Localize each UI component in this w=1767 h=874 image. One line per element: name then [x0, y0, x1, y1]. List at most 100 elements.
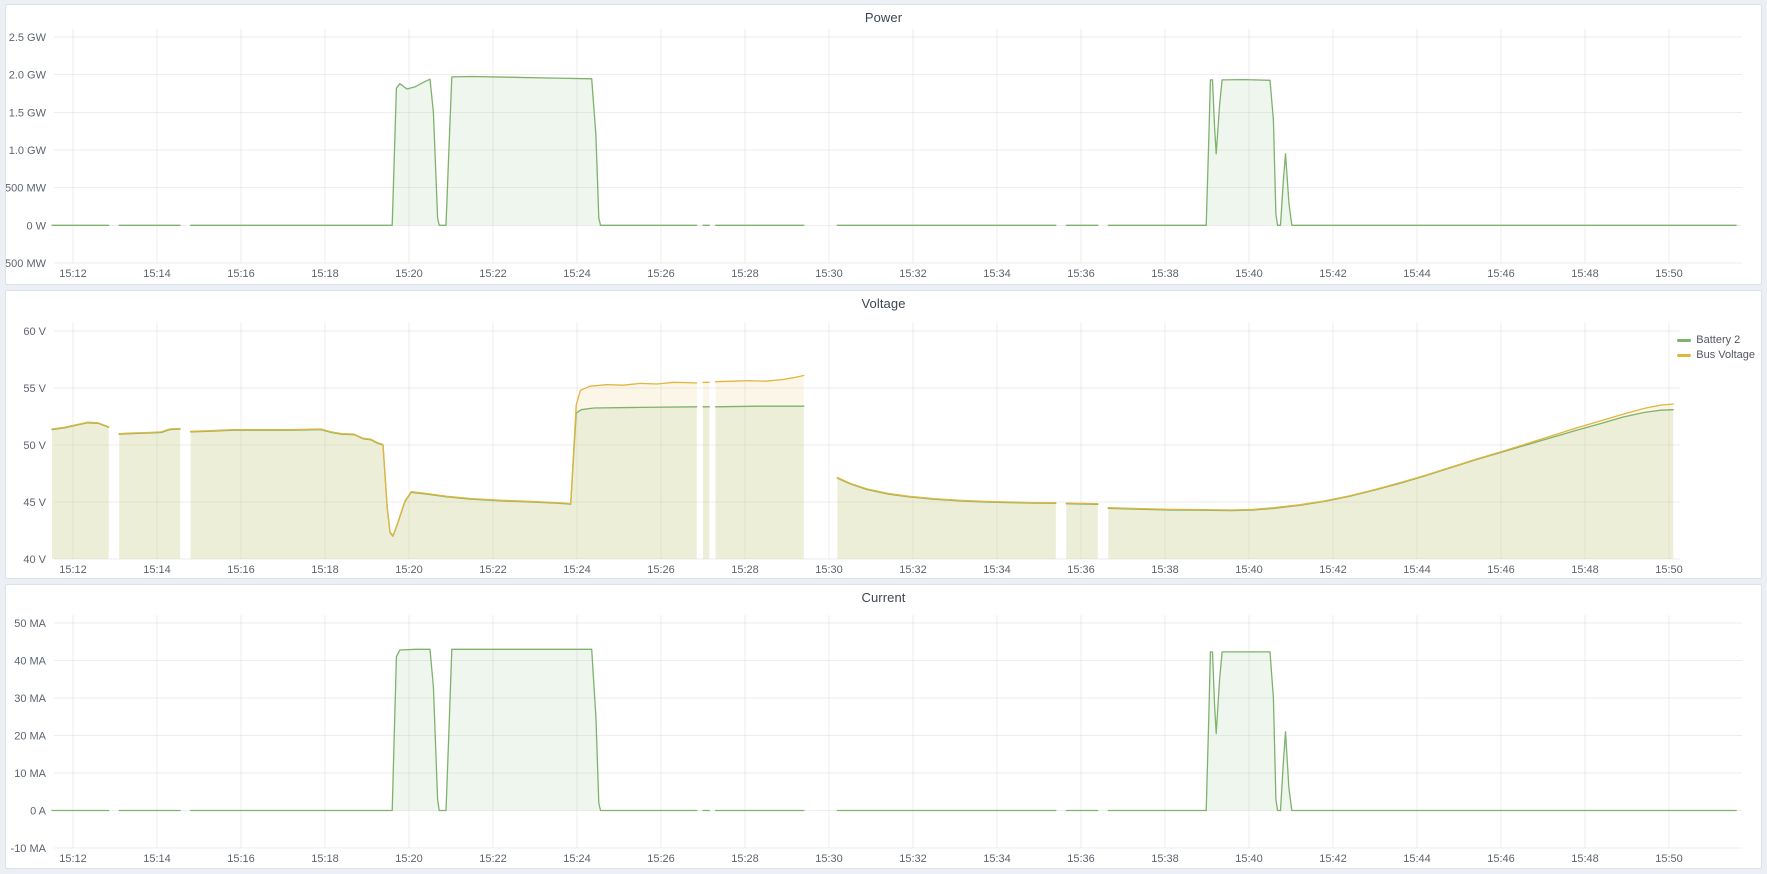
x-tick-label: 15:50 [1655, 564, 1683, 576]
dashboard: Power 2.5 GW2.0 GW1.5 GW1.0 GW500 MW0 W-… [0, 0, 1767, 869]
x-tick-label: 15:22 [479, 268, 507, 280]
series-fills [52, 649, 1736, 810]
x-tick-label: 15:44 [1403, 853, 1431, 865]
x-tick-label: 15:12 [59, 853, 87, 865]
x-tick-label: 15:20 [395, 268, 423, 280]
x-tick-label: 15:32 [899, 268, 927, 280]
x-tick-label: 15:30 [815, 853, 843, 865]
current-panel-title[interactable]: Current [6, 585, 1761, 609]
x-tick-label: 15:24 [563, 564, 591, 576]
axis-labels: 2.5 GW2.0 GW1.5 GW1.0 GW500 MW0 W-500 MW… [6, 32, 1683, 280]
voltage-chart[interactable]: 60 V55 V50 V45 V40 V15:1215:1415:1615:18… [6, 315, 1755, 578]
x-tick-label: 15:44 [1403, 564, 1431, 576]
voltage-legend: Battery 2 Bus Voltage [1677, 333, 1755, 363]
x-tick-label: 15:48 [1571, 853, 1599, 865]
x-tick-label: 15:42 [1319, 268, 1347, 280]
x-tick-label: 15:18 [311, 564, 339, 576]
y-tick-label: 45 V [23, 497, 46, 509]
y-tick-label: 20 MA [14, 731, 46, 743]
x-tick-label: 15:40 [1235, 853, 1263, 865]
x-tick-label: 15:50 [1655, 268, 1683, 280]
x-tick-label: 15:12 [59, 268, 87, 280]
x-tick-label: 15:30 [815, 268, 843, 280]
x-tick-label: 15:14 [143, 564, 171, 576]
y-tick-label: 0 W [26, 220, 46, 232]
y-tick-label: -500 MW [6, 258, 47, 270]
bus-voltage-fill [52, 422, 109, 559]
x-tick-label: 15:32 [899, 564, 927, 576]
x-tick-label: 15:18 [311, 853, 339, 865]
bus-voltage-fill [191, 382, 697, 559]
gridlines [54, 615, 1742, 848]
bus-voltage-fill [119, 429, 180, 560]
battery-2-swatch-icon [1677, 339, 1691, 342]
current-line [1108, 652, 1736, 811]
current-line [191, 649, 697, 810]
bus-voltage-fill [1066, 503, 1098, 559]
x-tick-label: 15:20 [395, 564, 423, 576]
y-tick-label: 50 V [23, 440, 46, 452]
y-tick-label: 55 V [23, 383, 46, 395]
x-tick-label: 15:16 [227, 853, 255, 865]
series-fills [52, 77, 1736, 226]
power-fill [191, 77, 697, 226]
y-tick-label: 500 MW [6, 183, 47, 195]
x-tick-label: 15:26 [647, 564, 675, 576]
voltage-panel-title[interactable]: Voltage [6, 291, 1761, 315]
x-tick-label: 15:36 [1067, 853, 1095, 865]
x-tick-label: 15:22 [479, 853, 507, 865]
x-tick-label: 15:42 [1319, 564, 1347, 576]
x-tick-label: 15:28 [731, 564, 759, 576]
x-tick-label: 15:34 [983, 268, 1011, 280]
x-tick-label: 15:24 [563, 853, 591, 865]
x-tick-label: 15:14 [143, 268, 171, 280]
x-tick-label: 15:16 [227, 268, 255, 280]
x-tick-label: 15:40 [1235, 268, 1263, 280]
x-tick-label: 15:18 [311, 268, 339, 280]
legend-item-battery-2[interactable]: Battery 2 [1677, 333, 1755, 348]
x-tick-label: 15:48 [1571, 268, 1599, 280]
power-panel-title[interactable]: Power [6, 5, 1761, 29]
y-tick-label: -10 MA [11, 843, 47, 855]
x-tick-label: 15:48 [1571, 564, 1599, 576]
y-tick-label: 10 MA [14, 768, 46, 780]
x-tick-label: 15:28 [731, 853, 759, 865]
x-tick-label: 15:38 [1151, 564, 1179, 576]
power-line [191, 77, 697, 226]
axis-labels: 50 MA40 MA30 MA20 MA10 MA0 A-10 MA15:121… [11, 618, 1683, 865]
gridlines [54, 29, 1742, 263]
bus-voltage-fill [716, 376, 804, 560]
voltage-chart-area: 60 V55 V50 V45 V40 V15:1215:1415:1615:18… [6, 315, 1761, 578]
y-tick-label: 40 V [23, 554, 46, 566]
y-tick-label: 2.5 GW [9, 32, 47, 44]
current-chart-area: 50 MA40 MA30 MA20 MA10 MA0 A-10 MA15:121… [6, 609, 1761, 868]
current-fill [1108, 652, 1736, 811]
x-tick-label: 15:20 [395, 853, 423, 865]
x-tick-label: 15:26 [647, 853, 675, 865]
voltage-panel: Voltage 60 V55 V50 V45 V40 V15:1215:1415… [5, 290, 1762, 579]
x-tick-label: 15:12 [59, 564, 87, 576]
y-tick-label: 1.5 GW [9, 107, 47, 119]
x-tick-label: 15:14 [143, 853, 171, 865]
current-panel: Current 50 MA40 MA30 MA20 MA10 MA0 A-10 … [5, 584, 1762, 869]
power-line [1108, 80, 1736, 226]
battery-2-line [716, 406, 804, 407]
power-chart[interactable]: 2.5 GW2.0 GW1.5 GW1.0 GW500 MW0 W-500 MW… [6, 29, 1755, 284]
y-tick-label: 0 A [30, 806, 47, 818]
series-lines [52, 77, 1736, 226]
legend-label-battery-2: Battery 2 [1696, 333, 1740, 348]
x-tick-label: 15:44 [1403, 268, 1431, 280]
x-tick-label: 15:42 [1319, 853, 1347, 865]
bus-voltage-line [1066, 503, 1098, 504]
x-tick-label: 15:26 [647, 268, 675, 280]
y-tick-label: 30 MA [14, 693, 46, 705]
bus-voltage-fill [703, 382, 709, 559]
current-chart[interactable]: 50 MA40 MA30 MA20 MA10 MA0 A-10 MA15:121… [6, 609, 1755, 868]
current-fill [191, 649, 697, 810]
x-tick-label: 15:46 [1487, 564, 1515, 576]
legend-item-bus-voltage[interactable]: Bus Voltage [1677, 348, 1755, 363]
series-fills [52, 376, 1673, 560]
x-tick-label: 15:40 [1235, 564, 1263, 576]
x-tick-label: 15:34 [983, 564, 1011, 576]
x-tick-label: 15:38 [1151, 268, 1179, 280]
